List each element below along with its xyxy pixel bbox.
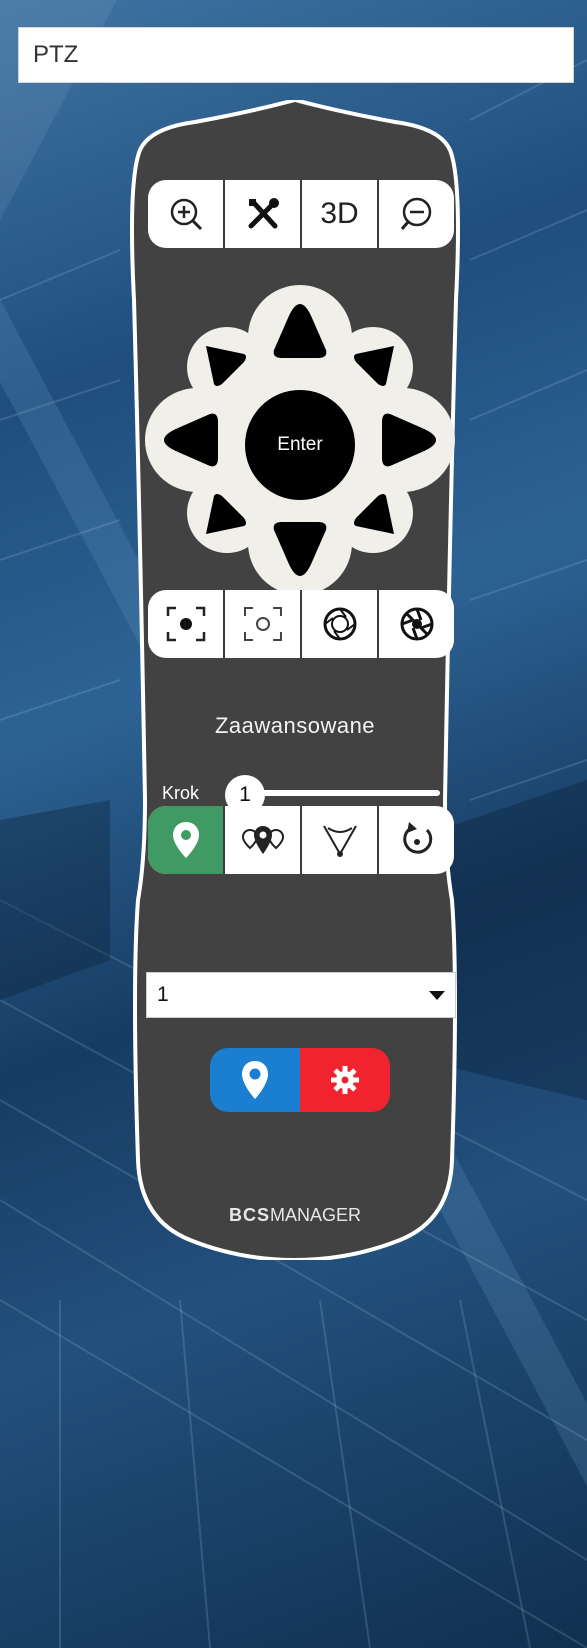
arrow-up-button[interactable] (270, 300, 330, 362)
iris-close-button[interactable] (379, 590, 454, 658)
location-pin-icon (242, 1061, 268, 1099)
tour-mode-button[interactable] (225, 806, 302, 874)
arrow-down-right-button[interactable] (350, 490, 400, 540)
zoom-in-icon (170, 198, 202, 231)
focus-iris-row (148, 590, 454, 658)
rotate-icon (402, 822, 432, 854)
step-label: Krok (162, 783, 200, 803)
step-slider-track[interactable] (240, 790, 440, 796)
panel-header: PTZ (18, 27, 574, 83)
arrow-left-button[interactable] (160, 410, 222, 470)
location-pin-icon (172, 822, 199, 858)
iris-open-icon (323, 607, 356, 641)
preset-actions (210, 1048, 390, 1112)
arrow-down-button[interactable] (270, 518, 330, 580)
brand-bold: BCS (228, 1205, 270, 1225)
focus-near-button[interactable] (148, 590, 225, 658)
arrow-down-left-button[interactable] (200, 490, 250, 540)
iris-close-icon (400, 607, 433, 641)
panel-title: PTZ (33, 41, 79, 68)
arrow-up-right-button[interactable] (350, 340, 400, 390)
3d-label: 3D (320, 197, 359, 230)
zoom-out-icon (400, 197, 431, 230)
gear-icon (331, 1066, 359, 1094)
brand-rest: MANAGER (270, 1205, 362, 1225)
preset-mode-button[interactable] (148, 806, 225, 874)
advanced-label: Zaawansowane (214, 713, 376, 738)
brand-logo: BCSMANAGER (100, 1205, 490, 1226)
rotate-mode-button[interactable] (379, 806, 454, 874)
iris-open-button[interactable] (302, 590, 379, 658)
focus-far-button[interactable] (225, 590, 302, 658)
arrow-up-left-button[interactable] (200, 340, 250, 390)
zoom-out-button[interactable] (379, 180, 454, 248)
go-to-preset-button[interactable] (210, 1048, 300, 1112)
focus-far-icon (243, 607, 282, 641)
enter-button[interactable]: Enter (245, 390, 355, 500)
direction-pad: Enter (145, 285, 455, 595)
zoom-tools-row: 3D (148, 180, 454, 248)
tools-button[interactable] (225, 180, 302, 248)
preset-select[interactable]: 1 (146, 972, 456, 1018)
ptz-remote: 3D Enter Zaawansowane Krok 1 1 BCSMANAGE… (100, 100, 490, 1260)
zoom-in-button[interactable] (148, 180, 225, 248)
multi-pin-icon (241, 826, 284, 854)
arrow-right-button[interactable] (378, 410, 440, 470)
3d-button[interactable]: 3D (302, 180, 379, 248)
preset-settings-button[interactable] (300, 1048, 390, 1112)
scan-mode-button[interactable] (302, 806, 379, 874)
mode-row (148, 806, 454, 874)
focus-near-icon (166, 606, 205, 642)
scan-line-icon (322, 825, 357, 857)
tools-icon (248, 198, 279, 229)
preset-select-value: 1 (157, 983, 169, 1006)
chevron-down-icon (429, 991, 445, 1000)
